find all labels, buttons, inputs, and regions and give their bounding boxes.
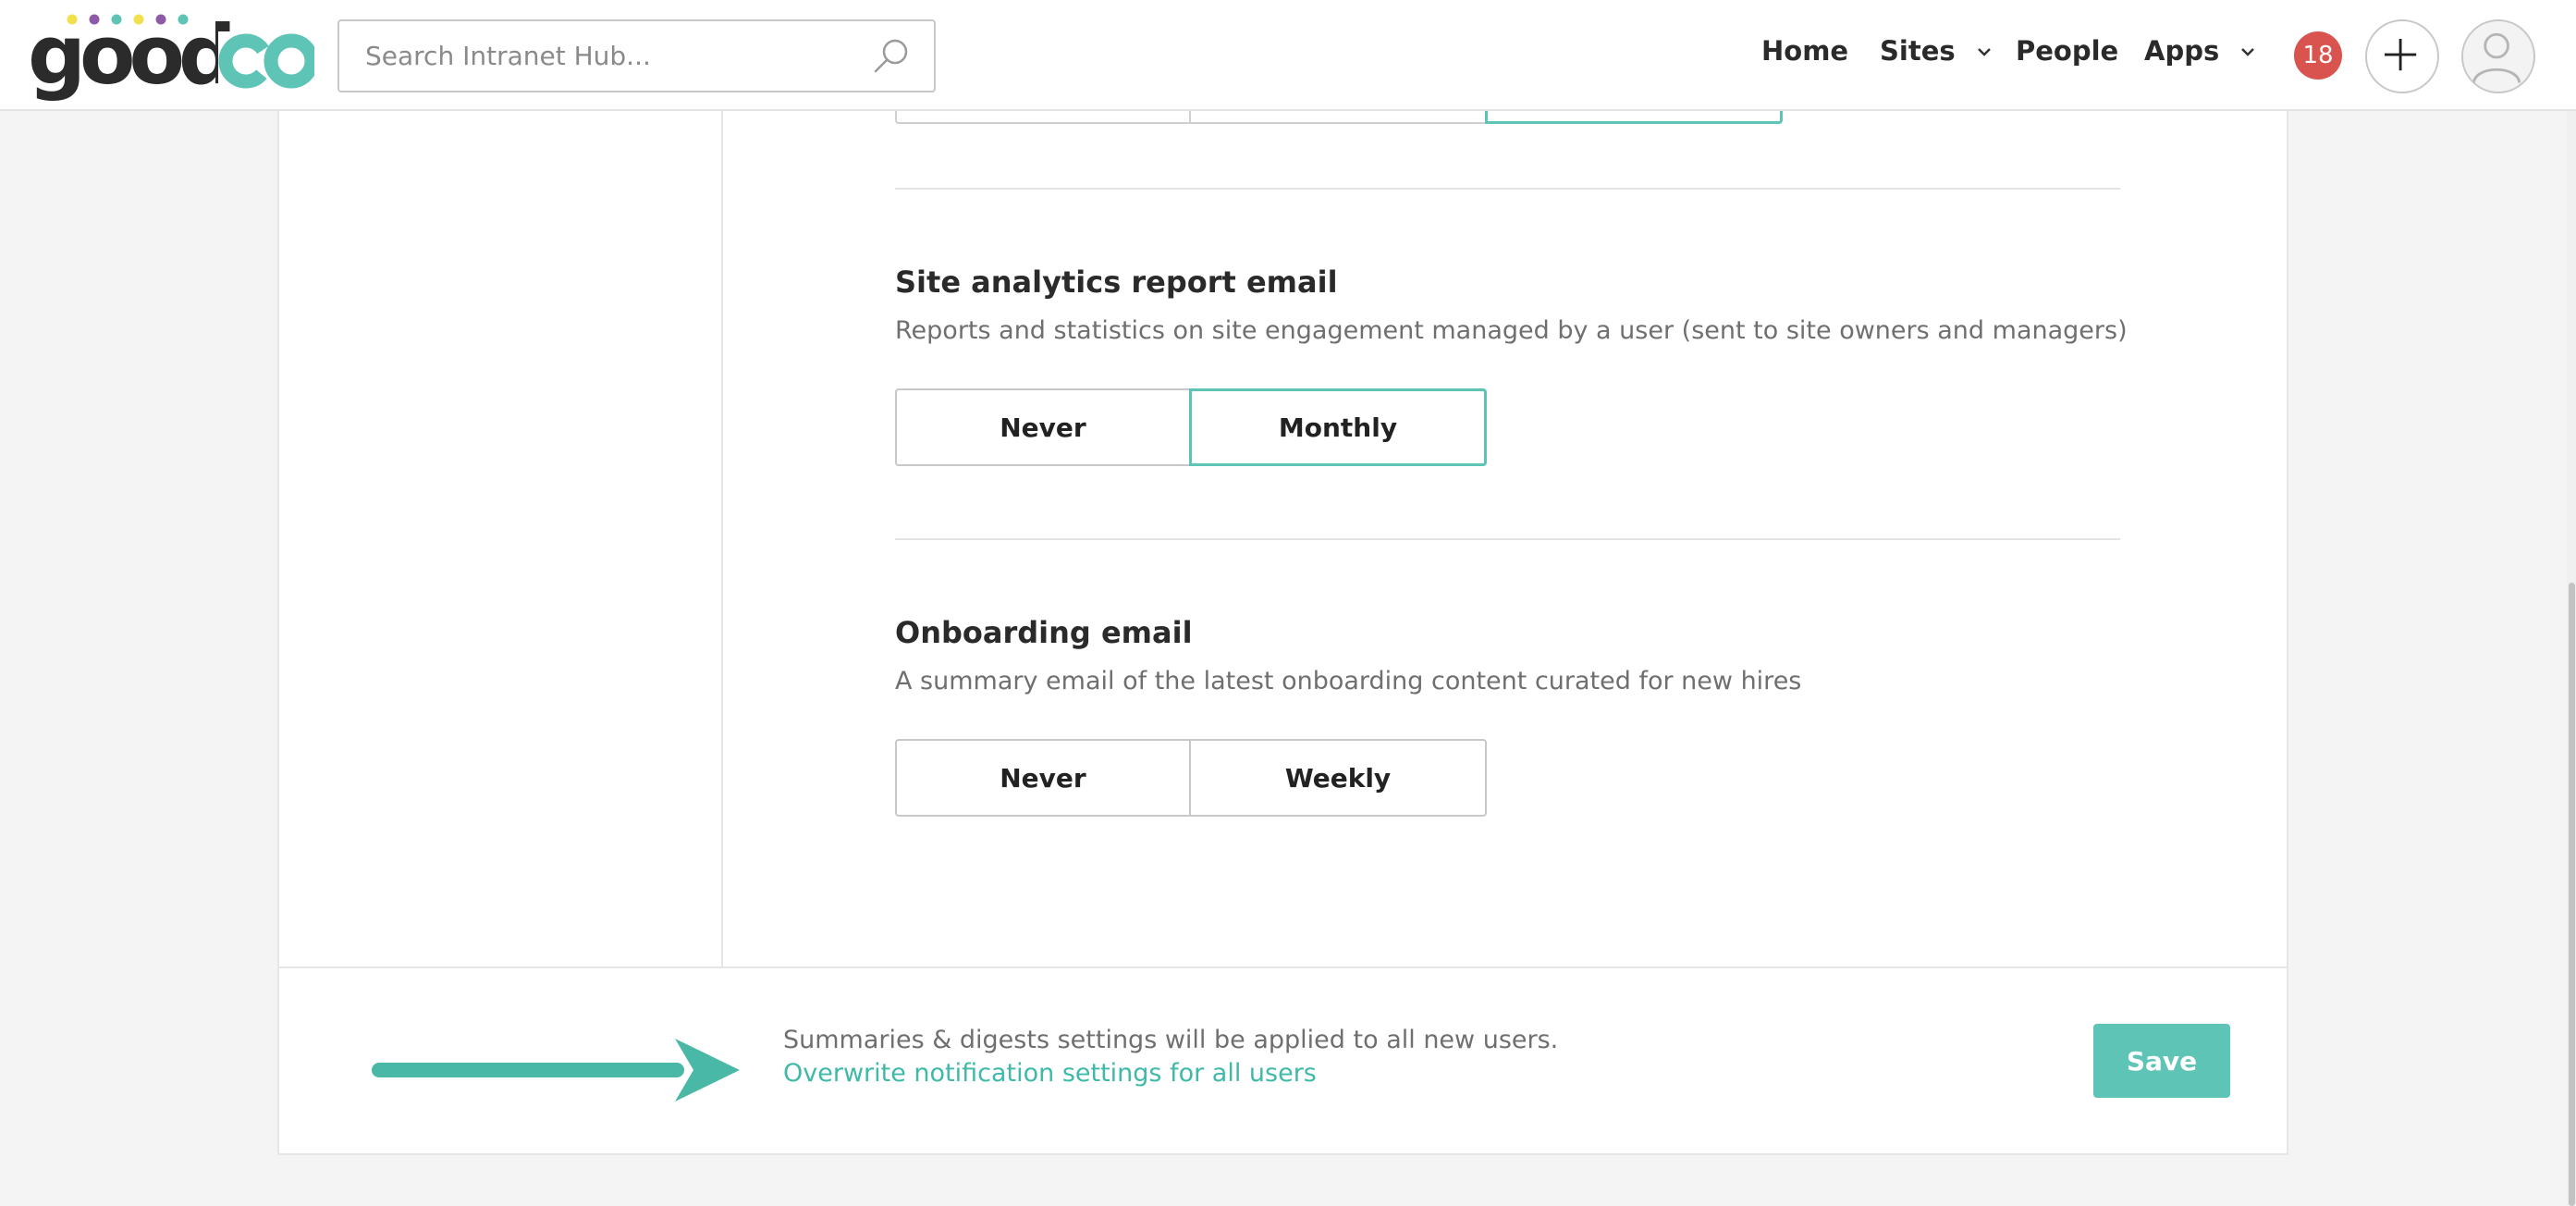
previous-section-controls [895, 111, 1783, 124]
onboarding-frequency-toggle: Never Weekly [895, 739, 1490, 817]
site-analytics-monthly-option[interactable]: Monthly [1189, 388, 1487, 466]
settings-card: Site analytics report email Reports and … [277, 111, 2288, 969]
site-analytics-never-option[interactable]: Never [895, 388, 1191, 466]
overwrite-settings-link[interactable]: Overwrite notification settings for all … [783, 1059, 1317, 1088]
nav-home[interactable]: Home [1761, 35, 1848, 67]
site-analytics-frequency-toggle: Never Monthly [895, 388, 1490, 466]
save-button[interactable]: Save [2093, 1024, 2230, 1098]
chevron-down-icon [1977, 48, 1991, 56]
settings-sidebar [279, 111, 723, 966]
nav-sites-label: Sites [1880, 35, 1956, 67]
notification-badge[interactable]: 18 [2294, 31, 2342, 80]
footer-note: Summaries & digests settings will be app… [783, 1026, 1559, 1054]
section-title: Onboarding email [895, 615, 1193, 650]
previous-option-middle[interactable] [1189, 111, 1487, 124]
search-icon[interactable] [871, 36, 912, 77]
search-input[interactable] [365, 21, 865, 91]
section-description: A summary email of the latest onboarding… [895, 667, 1802, 695]
chevron-down-icon [2241, 48, 2255, 56]
nav-apps-label: Apps [2144, 35, 2220, 67]
onboarding-never-option[interactable]: Never [895, 739, 1191, 817]
top-navigation-bar: goodco Home Sites People Apps 18 [0, 0, 2576, 111]
section-divider [895, 538, 2120, 540]
onboarding-weekly-option[interactable]: Weekly [1189, 739, 1487, 817]
nav-home-label: Home [1761, 35, 1849, 67]
nav-people[interactable]: People [2016, 35, 2118, 67]
arrow-right-icon [372, 1039, 740, 1101]
user-silhouette-icon [2472, 32, 2521, 83]
add-button[interactable] [2365, 19, 2439, 93]
user-avatar[interactable] [2461, 19, 2535, 93]
section-title: Site analytics report email [895, 265, 1338, 300]
nav-sites-dropdown[interactable]: Sites [1880, 35, 1994, 67]
section-description: Reports and statistics on site engagemen… [895, 316, 2128, 345]
nav-apps-dropdown[interactable]: Apps [2144, 35, 2258, 67]
section-divider [895, 188, 2120, 190]
scrollbar-thumb[interactable] [2569, 583, 2575, 1206]
nav-people-label: People [2016, 35, 2119, 67]
goodco-logo[interactable]: goodco [28, 9, 314, 102]
settings-footer: Summaries & digests settings will be app… [277, 968, 2288, 1155]
plus-icon [2385, 39, 2417, 71]
search-box[interactable] [337, 19, 936, 92]
previous-option-selected[interactable] [1485, 111, 1783, 124]
previous-option-left[interactable] [895, 111, 1191, 124]
